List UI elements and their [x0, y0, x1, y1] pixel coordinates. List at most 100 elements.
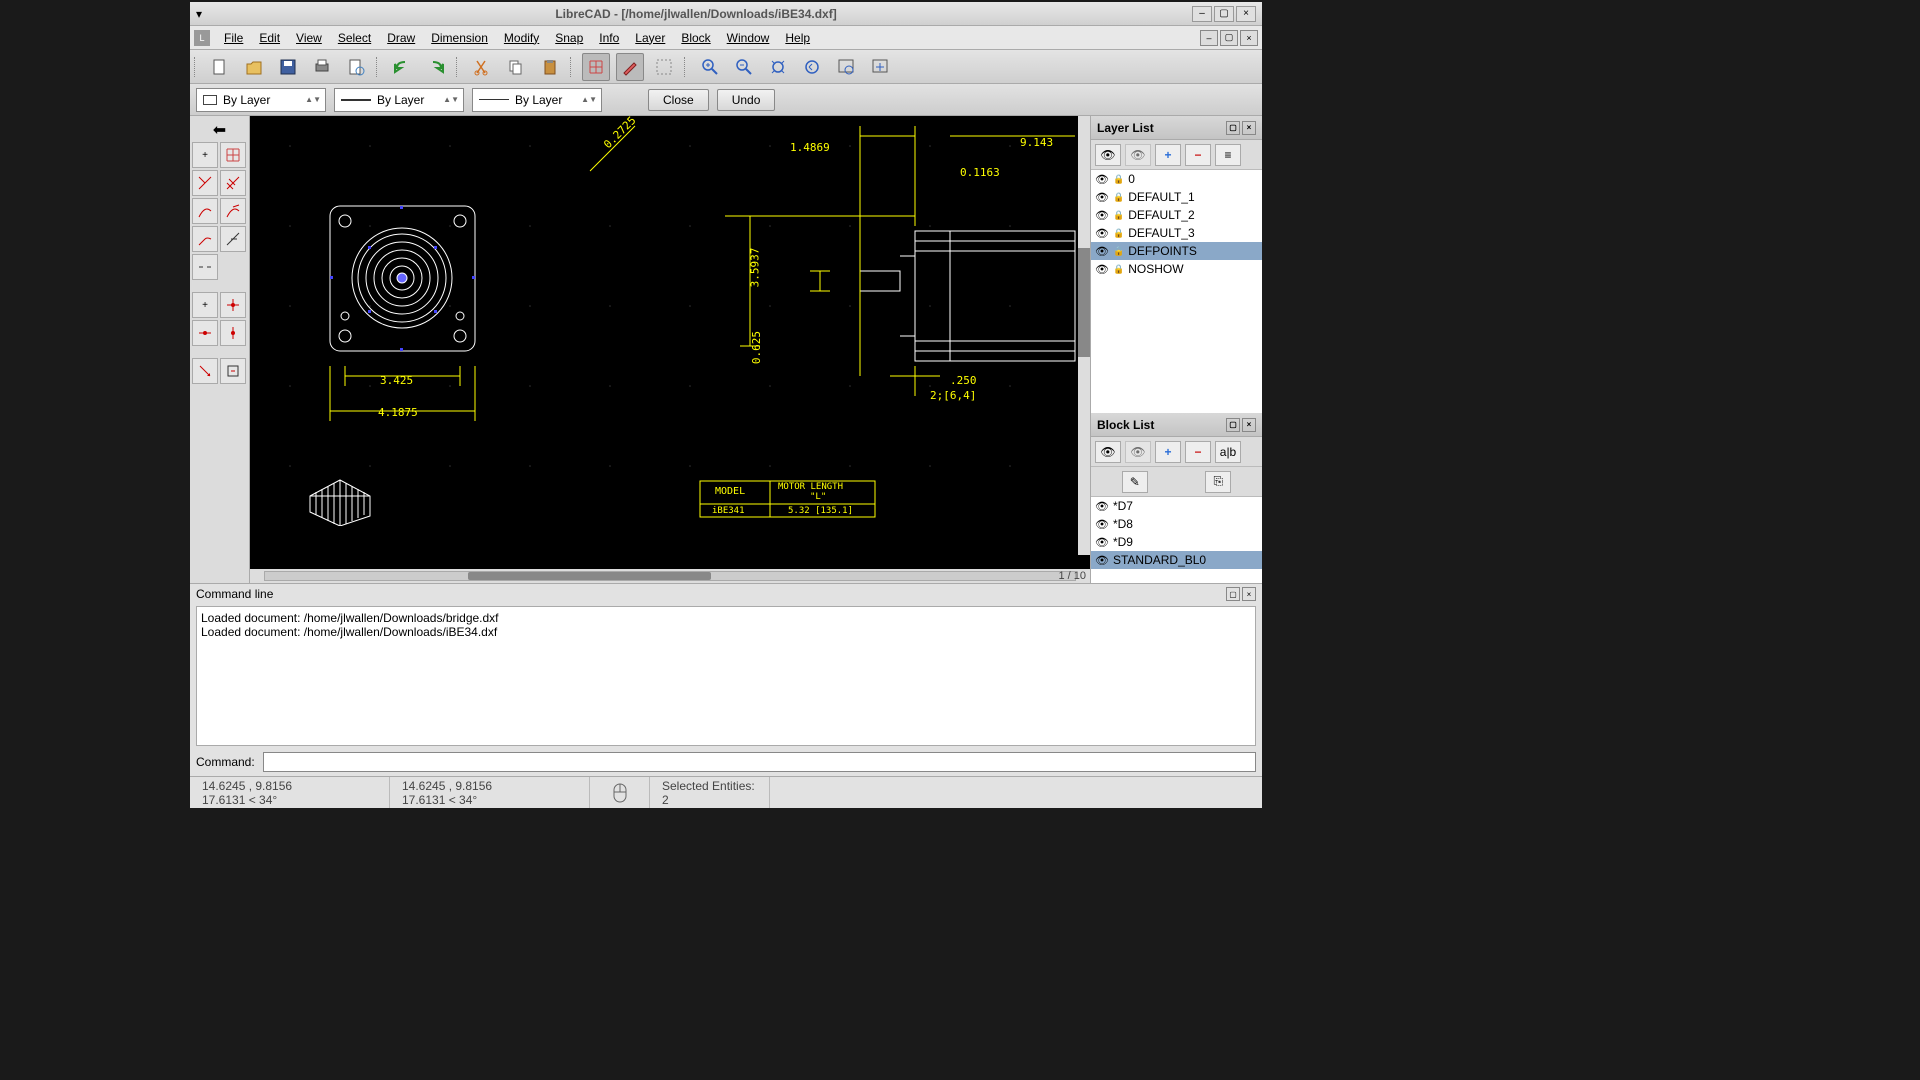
lock-icon[interactable]: 🔒 — [1113, 192, 1124, 203]
trim-multi-tool[interactable] — [220, 170, 246, 196]
linetype-combo[interactable]: By Layer▲▼ — [334, 88, 464, 112]
close-action-button[interactable]: Close — [648, 89, 709, 111]
zoom-out-button[interactable] — [730, 53, 758, 81]
block-item[interactable]: 👁*D9 — [1091, 533, 1262, 551]
layer-showall-button[interactable]: 👁 — [1095, 144, 1121, 166]
layer-item[interactable]: 👁🔒DEFAULT_2 — [1091, 206, 1262, 224]
horizontal-scrollbar[interactable]: 1 / 10 — [250, 569, 1090, 583]
lineweight-combo[interactable]: By Layer▲▼ — [472, 88, 602, 112]
lock-icon[interactable]: 🔒 — [1113, 228, 1124, 239]
toggle-draft-button[interactable] — [616, 53, 644, 81]
cut-button[interactable] — [468, 53, 496, 81]
layer-add-button[interactable]: + — [1155, 144, 1181, 166]
zoom-auto-button[interactable] — [764, 53, 792, 81]
print-button[interactable] — [308, 53, 336, 81]
hscroll-thumb[interactable] — [468, 572, 711, 580]
print-preview-button[interactable] — [342, 53, 370, 81]
block-showall-button[interactable]: 👁 — [1095, 441, 1121, 463]
menu-block[interactable]: Block — [673, 29, 718, 47]
eye-icon[interactable]: 👁 — [1095, 173, 1109, 186]
block-item[interactable]: 👁*D7 — [1091, 497, 1262, 515]
eye-icon[interactable]: 👁 — [1095, 245, 1109, 258]
copy-button[interactable] — [502, 53, 530, 81]
snap-endpoint-tool[interactable]: + — [192, 292, 218, 318]
lock-icon[interactable]: 🔒 — [1113, 264, 1124, 275]
block-add-button[interactable]: + — [1155, 441, 1181, 463]
trim-line-tool[interactable] — [192, 170, 218, 196]
toggle-statusbar-button[interactable] — [650, 53, 678, 81]
layer-item[interactable]: 👁🔒DEFAULT_3 — [1091, 224, 1262, 242]
minimize-button[interactable]: – — [1192, 6, 1212, 22]
save-file-button[interactable] — [274, 53, 302, 81]
block-rename-button[interactable]: a|b — [1215, 441, 1241, 463]
toolbox-back-button[interactable]: ⬅ — [192, 120, 247, 140]
color-combo[interactable]: By Layer▲▼ — [196, 88, 326, 112]
grid-origin-tool[interactable]: + — [192, 142, 218, 168]
lock-icon[interactable]: 🔒 — [1113, 246, 1124, 257]
undo-button[interactable] — [388, 53, 416, 81]
block-hideall-button[interactable]: 👁 — [1125, 441, 1151, 463]
eye-icon[interactable]: 👁 — [1095, 518, 1109, 531]
layer-hideall-button[interactable]: 👁 — [1125, 144, 1151, 166]
vertical-scrollbar[interactable] — [1078, 116, 1090, 555]
toggle-grid-button[interactable] — [582, 53, 610, 81]
extend-tool[interactable] — [192, 198, 218, 224]
block-item[interactable]: 👁*D8 — [1091, 515, 1262, 533]
undo-action-button[interactable]: Undo — [717, 89, 776, 111]
measure-tool[interactable] — [192, 358, 218, 384]
eye-icon[interactable]: 👁 — [1095, 191, 1109, 204]
menu-info[interactable]: Info — [591, 29, 627, 47]
drawing-canvas[interactable]: 0.2725 1.4869 9.143 0.1163 3.5937 0.625 … — [250, 116, 1090, 569]
layer-item[interactable]: 👁🔒NOSHOW — [1091, 260, 1262, 278]
open-file-button[interactable] — [240, 53, 268, 81]
zoom-pan-button[interactable] — [866, 53, 894, 81]
paste-button[interactable] — [536, 53, 564, 81]
menu-layer[interactable]: Layer — [627, 29, 673, 47]
menu-help[interactable]: Help — [777, 29, 818, 47]
redo-button[interactable] — [422, 53, 450, 81]
menu-view[interactable]: View — [288, 29, 330, 47]
command-log[interactable]: Loaded document: /home/jlwallen/Download… — [196, 606, 1256, 746]
lock-icon[interactable]: 🔒 — [1113, 210, 1124, 221]
layer-remove-button[interactable]: − — [1185, 144, 1211, 166]
block-insert-button[interactable]: ⎘ — [1205, 471, 1231, 493]
commandline-undock-button[interactable]: ▢ — [1226, 587, 1240, 601]
layer-attributes-button[interactable]: ≡ — [1215, 144, 1241, 166]
snap-mid-tool[interactable] — [192, 320, 218, 346]
layer-item[interactable]: 👁🔒0 — [1091, 170, 1262, 188]
snap-intersect-tool[interactable] — [220, 320, 246, 346]
menu-window[interactable]: Window — [719, 29, 778, 47]
mdi-close-button[interactable]: × — [1240, 30, 1258, 46]
zoom-previous-button[interactable] — [798, 53, 826, 81]
block-edit-button[interactable]: ✎ — [1122, 471, 1148, 493]
layerlist-close-button[interactable]: × — [1242, 121, 1256, 135]
mdi-minimize-button[interactable]: – — [1200, 30, 1218, 46]
block-insert-tool[interactable] — [220, 358, 246, 384]
eye-icon[interactable]: 👁 — [1095, 536, 1109, 549]
menu-file[interactable]: File — [216, 29, 251, 47]
menu-snap[interactable]: Snap — [547, 29, 591, 47]
close-window-button[interactable]: × — [1236, 6, 1256, 22]
maximize-button[interactable]: ▢ — [1214, 6, 1234, 22]
menu-edit[interactable]: Edit — [251, 29, 288, 47]
eye-icon[interactable]: 👁 — [1095, 209, 1109, 222]
chamfer-tool[interactable] — [220, 226, 246, 252]
eye-icon[interactable]: 👁 — [1095, 554, 1109, 567]
lock-icon[interactable]: 🔒 — [1113, 174, 1124, 185]
extend2-tool[interactable] — [220, 198, 246, 224]
menu-modify[interactable]: Modify — [496, 29, 547, 47]
grid-tool[interactable] — [220, 142, 246, 168]
vscroll-thumb[interactable] — [1078, 248, 1090, 358]
eye-icon[interactable]: 👁 — [1095, 263, 1109, 276]
layerlist-undock-button[interactable]: ▢ — [1226, 121, 1240, 135]
command-input[interactable] — [263, 752, 1256, 772]
fillet-tool[interactable] — [192, 226, 218, 252]
eye-icon[interactable]: 👁 — [1095, 500, 1109, 513]
mdi-restore-button[interactable]: ▢ — [1220, 30, 1238, 46]
zoom-in-button[interactable] — [696, 53, 724, 81]
layer-list[interactable]: 👁🔒0👁🔒DEFAULT_1👁🔒DEFAULT_2👁🔒DEFAULT_3👁🔒DE… — [1091, 170, 1262, 413]
menu-select[interactable]: Select — [330, 29, 379, 47]
break-tool[interactable] — [192, 254, 218, 280]
new-file-button[interactable] — [206, 53, 234, 81]
zoom-window-button[interactable] — [832, 53, 860, 81]
